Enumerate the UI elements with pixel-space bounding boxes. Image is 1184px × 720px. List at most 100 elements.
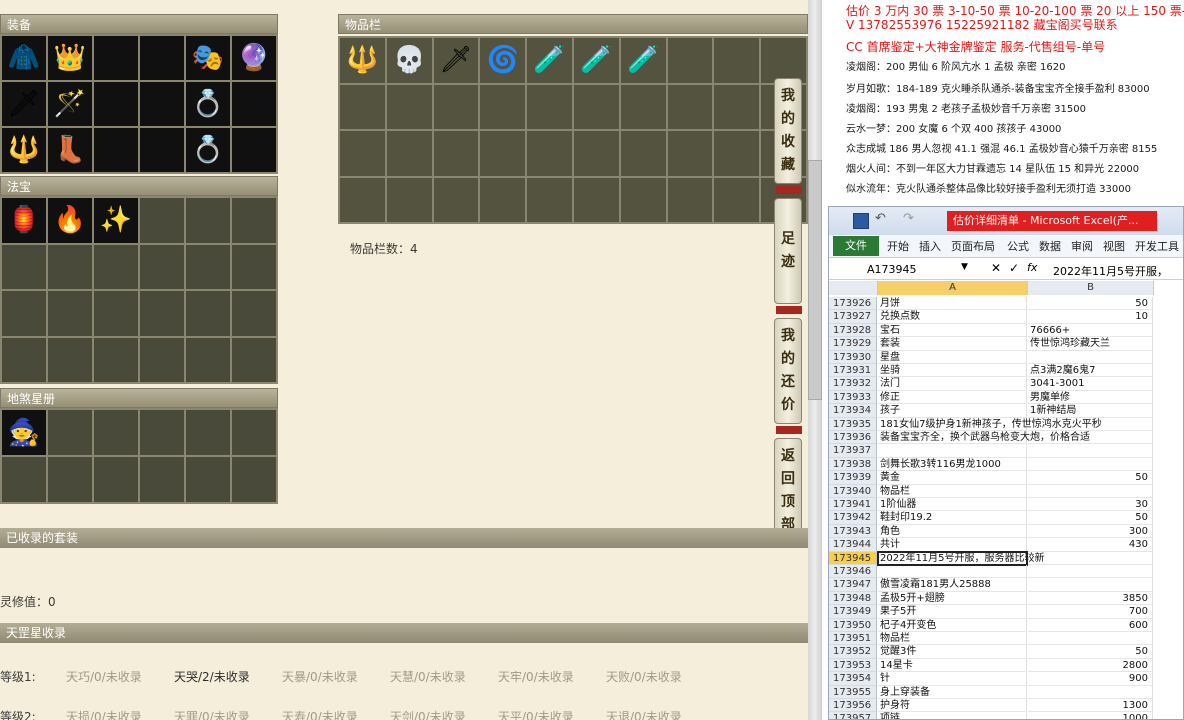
item-slot[interactable] bbox=[94, 244, 138, 289]
item-slot[interactable] bbox=[340, 177, 385, 222]
cell-b[interactable] bbox=[1028, 484, 1153, 498]
cell-a[interactable]: 剑舞长歌3转116男龙1000 bbox=[878, 457, 1027, 472]
cell-b[interactable] bbox=[1028, 565, 1153, 579]
row-number[interactable]: 173952 bbox=[829, 645, 877, 659]
item-slot[interactable]: 🏮 bbox=[2, 198, 46, 243]
item-slot[interactable] bbox=[186, 244, 230, 289]
item-slot[interactable] bbox=[94, 82, 138, 126]
cell-a[interactable]: 修正 bbox=[878, 390, 1027, 405]
item-slot[interactable] bbox=[667, 177, 713, 222]
row-number[interactable]: 173943 bbox=[829, 524, 877, 539]
row-number[interactable]: 173951 bbox=[829, 632, 877, 646]
item-slot[interactable] bbox=[232, 128, 276, 172]
ribbon-tab[interactable]: 公式 bbox=[1007, 238, 1029, 254]
name-box-dropdown-icon[interactable]: ▼ bbox=[961, 262, 968, 272]
cell-a[interactable]: 物品栏 bbox=[878, 484, 1027, 498]
ribbon-tab[interactable]: 视图 bbox=[1103, 238, 1125, 254]
row-number[interactable]: 173927 bbox=[829, 310, 877, 324]
cell-a[interactable]: 觉醒3件 bbox=[878, 645, 1027, 659]
star-entry[interactable]: 天牢/0/未收录 bbox=[498, 668, 574, 685]
item-slot[interactable] bbox=[232, 244, 276, 289]
item-slot[interactable] bbox=[480, 84, 526, 129]
corner-cell[interactable] bbox=[829, 281, 878, 295]
row-number[interactable]: 173953 bbox=[829, 658, 877, 673]
cell-b[interactable]: 3041-3001 bbox=[1028, 377, 1153, 391]
column-b-header[interactable]: B bbox=[1028, 281, 1154, 295]
item-slot[interactable] bbox=[573, 84, 619, 129]
item-slot[interactable] bbox=[232, 82, 276, 126]
cell-b[interactable]: 2800 bbox=[1028, 658, 1153, 673]
cell-a[interactable]: 兑换点数 bbox=[878, 310, 1027, 324]
cancel-icon[interactable]: ✕ bbox=[991, 261, 1001, 275]
item-slot[interactable] bbox=[140, 128, 184, 172]
cell-a[interactable]: 坐骑 bbox=[878, 364, 1027, 378]
ribbon-tab[interactable]: 插入 bbox=[919, 238, 941, 254]
item-slot[interactable] bbox=[2, 291, 46, 336]
star-entry[interactable]: 天退/0/未收录 bbox=[606, 708, 682, 720]
item-slot[interactable]: 🗡 bbox=[2, 82, 46, 126]
cell-a[interactable]: 星盘 bbox=[878, 350, 1027, 364]
item-slot[interactable] bbox=[620, 177, 666, 222]
row-number[interactable]: 173956 bbox=[829, 699, 877, 713]
cell-a[interactable]: 角色 bbox=[878, 524, 1027, 539]
function-icon[interactable]: fx bbox=[1027, 261, 1037, 274]
row-number[interactable]: 173954 bbox=[829, 672, 877, 686]
cell-b[interactable] bbox=[1028, 632, 1153, 646]
item-slot[interactable] bbox=[2, 244, 46, 289]
item-slot[interactable] bbox=[620, 131, 666, 176]
cell-a[interactable]: 护身符 bbox=[878, 699, 1027, 713]
row-number[interactable]: 173946 bbox=[829, 565, 877, 579]
item-slot[interactable] bbox=[232, 337, 276, 382]
item-slot[interactable] bbox=[386, 177, 432, 222]
cell-b[interactable] bbox=[1028, 444, 1153, 458]
item-slot[interactable]: 🗡 bbox=[433, 38, 479, 83]
item-slot[interactable] bbox=[714, 131, 760, 176]
item-slot[interactable] bbox=[480, 131, 526, 176]
item-slot[interactable] bbox=[433, 131, 479, 176]
cell-b[interactable]: 10 bbox=[1028, 310, 1153, 324]
footprint-button[interactable]: 足迹 bbox=[774, 198, 802, 304]
cell-b[interactable]: 76666+ bbox=[1028, 323, 1153, 338]
cell-b[interactable]: 1000 bbox=[1028, 712, 1153, 719]
cell-b[interactable] bbox=[1028, 431, 1153, 445]
row-number[interactable]: 173947 bbox=[829, 578, 877, 592]
cell-a[interactable]: 14星卡 bbox=[878, 658, 1027, 673]
row-number[interactable]: 173926 bbox=[829, 297, 877, 311]
cell-b[interactable]: 3850 bbox=[1028, 591, 1153, 606]
item-slot[interactable] bbox=[714, 84, 760, 129]
cell-a[interactable]: 宝石 bbox=[878, 323, 1027, 338]
my-offer-button[interactable]: 我的还价 bbox=[774, 318, 802, 424]
cell-a[interactable]: 月饼 bbox=[878, 297, 1027, 311]
cell-a[interactable]: 法门 bbox=[878, 377, 1027, 391]
row-number[interactable]: 173928 bbox=[829, 323, 877, 338]
item-slot[interactable] bbox=[48, 244, 92, 289]
cell-a[interactable]: 装备宝宝齐全，换个武器鸟枪变大炮，价格合适 bbox=[878, 431, 1090, 445]
item-slot[interactable] bbox=[94, 128, 138, 172]
item-slot[interactable] bbox=[714, 38, 760, 83]
cell-b[interactable]: 50 bbox=[1028, 511, 1153, 525]
item-slot[interactable] bbox=[573, 177, 619, 222]
enter-icon[interactable]: ✓ bbox=[1009, 261, 1019, 275]
item-slot[interactable] bbox=[386, 131, 432, 176]
item-slot[interactable] bbox=[140, 291, 184, 336]
item-slot[interactable] bbox=[232, 410, 276, 455]
item-slot[interactable] bbox=[433, 177, 479, 222]
item-slot[interactable] bbox=[186, 457, 230, 502]
item-slot[interactable] bbox=[186, 337, 230, 382]
cell-a[interactable]: 身上穿装备 bbox=[878, 685, 1027, 699]
item-slot[interactable] bbox=[232, 198, 276, 243]
item-slot[interactable] bbox=[480, 177, 526, 222]
cell-b[interactable] bbox=[1028, 685, 1153, 699]
item-slot[interactable] bbox=[94, 457, 138, 502]
column-a-header[interactable]: A bbox=[878, 281, 1028, 295]
row-number[interactable]: 173935 bbox=[829, 417, 877, 431]
my-collection-button[interactable]: 我的收藏 bbox=[774, 78, 802, 184]
row-number[interactable]: 173944 bbox=[829, 538, 877, 552]
item-slot[interactable]: 🧥 bbox=[2, 36, 46, 80]
item-slot[interactable] bbox=[2, 337, 46, 382]
cell-b[interactable] bbox=[1028, 578, 1153, 592]
item-slot[interactable] bbox=[232, 457, 276, 502]
item-slot[interactable] bbox=[714, 177, 760, 222]
item-slot[interactable] bbox=[232, 291, 276, 336]
cell-b[interactable] bbox=[1028, 417, 1153, 431]
